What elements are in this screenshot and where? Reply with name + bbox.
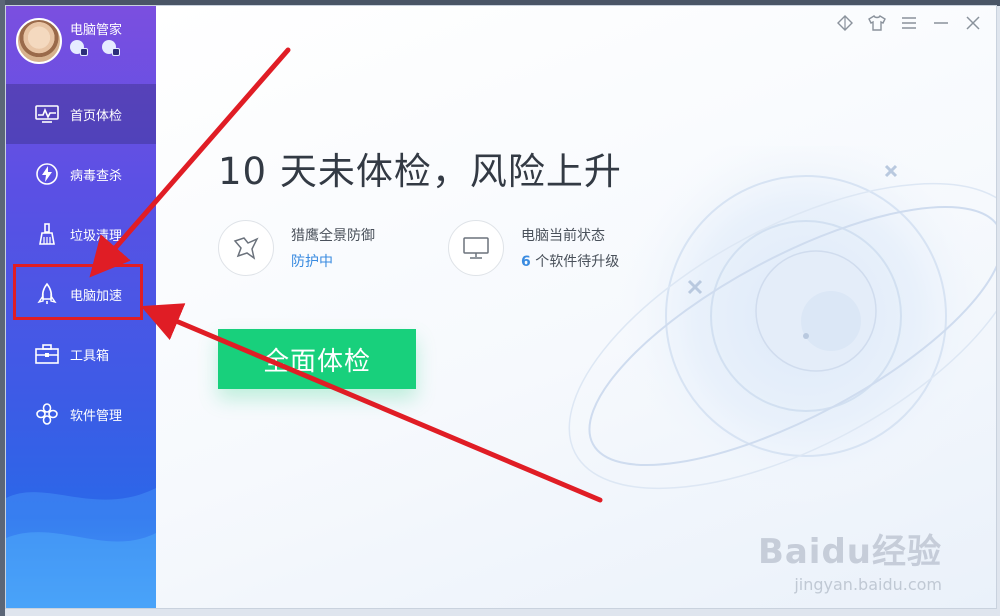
pc-status-title: 电脑当前状态 [521, 228, 605, 244]
title-bar-controls [834, 12, 984, 34]
monitor-icon [448, 220, 504, 276]
sidebar-item-label: 工具箱 [70, 348, 110, 364]
toolbox-icon [34, 341, 60, 367]
close-icon[interactable] [962, 12, 984, 34]
sidebar-item-label: 病毒查杀 [70, 168, 123, 184]
sidebar-item-label: 垃圾清理 [70, 228, 123, 244]
sidebar-item-speedup[interactable]: 电脑加速 [6, 264, 156, 324]
planet-background-decoration [568, 146, 996, 506]
sidebar-nav: 首页体检 病毒查杀 垃圾清理 电脑加速 工具箱 软件管理 [6, 84, 156, 444]
badge-icon[interactable] [102, 40, 120, 56]
minimize-icon[interactable] [930, 12, 952, 34]
defense-title: 猎鹰全景防御 [291, 228, 375, 244]
sidebar-item-toolbox[interactable]: 工具箱 [6, 324, 156, 384]
sidebar-item-software-manager[interactable]: 软件管理 [6, 384, 156, 444]
lightning-shield-icon [34, 161, 60, 187]
avatar[interactable] [16, 18, 62, 64]
upgrade-count: 6 [521, 254, 531, 270]
screen: 电脑管家 首页体检 病毒查杀 垃圾清理 电脑加速 工具箱 软件管理 10 天未体… [0, 0, 1000, 616]
status-pc[interactable]: 电脑当前状态 6 个软件待升级 [448, 220, 619, 276]
sidebar-item-home-checkup[interactable]: 首页体检 [6, 84, 156, 144]
app-window: 电脑管家 首页体检 病毒查杀 垃圾清理 电脑加速 工具箱 软件管理 10 天未体… [5, 5, 997, 609]
full-checkup-button[interactable]: 全面体检 [218, 329, 416, 389]
sidebar-wave-decoration [6, 488, 156, 608]
sidebar-item-cleanup[interactable]: 垃圾清理 [6, 204, 156, 264]
clover-apps-icon [34, 401, 60, 427]
sidebar-item-label: 软件管理 [70, 408, 123, 424]
status-defense[interactable]: 猎鹰全景防御 防护中 [218, 220, 375, 276]
badge-icon[interactable] [70, 40, 88, 56]
user-profile: 电脑管家 [6, 6, 156, 84]
username: 电脑管家 [70, 23, 123, 38]
menu-icon[interactable] [898, 12, 920, 34]
diamond-icon[interactable] [834, 12, 856, 34]
defense-value: 防护中 [291, 254, 333, 270]
sidebar-item-label: 电脑加速 [70, 288, 123, 304]
pulse-monitor-icon [34, 101, 60, 127]
main-panel: 10 天未体检，风险上升 猎鹰全景防御 防护中 电脑当前状态 6 个软件待升级 [156, 6, 996, 608]
falcon-icon [218, 220, 274, 276]
sidebar-item-virus-scan[interactable]: 病毒查杀 [6, 144, 156, 204]
tshirt-icon[interactable] [866, 12, 888, 34]
upgrade-text: 个软件待升级 [530, 254, 620, 270]
page-headline: 10 天未体检，风险上升 [218, 150, 622, 193]
rocket-icon [34, 281, 60, 307]
sidebar: 电脑管家 首页体检 病毒查杀 垃圾清理 电脑加速 工具箱 软件管理 [6, 6, 156, 608]
sidebar-item-label: 首页体检 [70, 108, 123, 124]
broom-icon [34, 221, 60, 247]
pc-status-value: 6 个软件待升级 [521, 251, 619, 271]
